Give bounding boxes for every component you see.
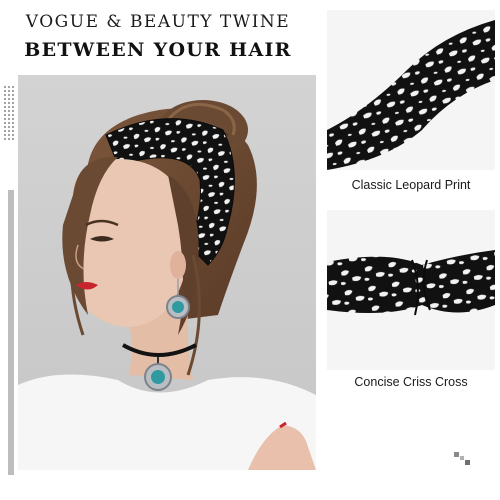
accent-bar <box>8 190 14 475</box>
caption-concise-criss-cross: Concise Criss Cross <box>354 375 468 389</box>
headline-line-1: VOGUE & BEAUTY TWINE <box>25 12 291 32</box>
dot-pattern-decoration <box>3 85 15 141</box>
corner-squares-icon <box>454 452 470 465</box>
headline: VOGUE & BEAUTY TWINE BETWEEN YOUR HAIR <box>8 12 308 61</box>
caption-classic-leopard-print: Classic Leopard Print <box>351 178 471 192</box>
product-showcase: VOGUE & BEAUTY TWINE BETWEEN YOUR HAIR C… <box>0 0 500 500</box>
model-wearing-leopard-headband-icon <box>18 75 316 470</box>
model-photo <box>18 75 316 470</box>
criss-cross-headband-closeup-icon <box>327 210 495 370</box>
headline-line-2: BETWEEN YOUR HAIR <box>24 39 292 61</box>
leopard-headband-closeup-icon <box>327 10 495 170</box>
thumbnail-criss-cross <box>327 210 495 370</box>
thumbnail-leopard-print <box>327 10 495 170</box>
